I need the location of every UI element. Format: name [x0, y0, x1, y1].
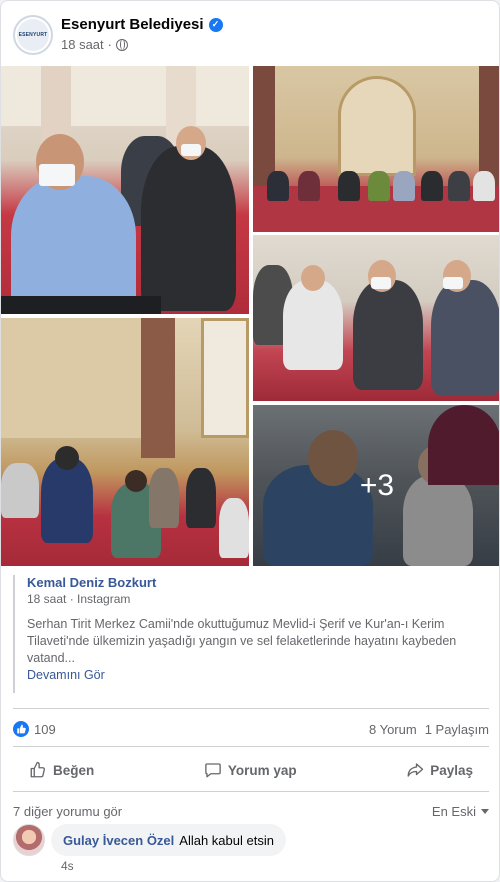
thumbs-up-icon [30, 761, 46, 778]
photo-2-person [267, 171, 289, 201]
like-reaction-icon [13, 721, 29, 737]
photo-3-window [201, 318, 249, 438]
photo-4-mask [371, 277, 391, 289]
photo-1-wall [1, 66, 249, 126]
like-count: 109 [34, 721, 56, 737]
photo-3-head [55, 446, 79, 470]
photo-1-person [141, 146, 236, 311]
meta-separator: · [107, 37, 112, 52]
photo-3-person [186, 468, 216, 528]
see-more-link[interactable]: Devamını Gör [27, 668, 489, 682]
comment-item: Gulay İvecen Özel Allah kabul etsin [13, 824, 286, 856]
photo-2-person [393, 171, 415, 201]
photo-2-person [448, 171, 470, 201]
post-photo-2[interactable] [253, 66, 499, 232]
action-bar: Beğen Yorum yap Paylaş [13, 751, 489, 789]
comments-bar: 7 diğer yorumu gör En Eski [13, 802, 489, 820]
divider [13, 708, 489, 709]
more-photos-overlay[interactable]: +3 [253, 405, 499, 566]
comment-bubble: Gulay İvecen Özel Allah kabul etsin [51, 824, 286, 856]
photo-4-person-suit [353, 280, 423, 390]
page-logo-text: ESENYURT [18, 32, 48, 38]
photo-1-mask [39, 164, 75, 186]
post-photo-4[interactable] [253, 235, 499, 401]
photo-3-person [149, 468, 179, 528]
photo-2-mihrab [338, 76, 416, 176]
like-button[interactable]: Beğen [13, 753, 110, 787]
reaction-bar: 109 8 Yorum 1 Paylaşım [13, 718, 489, 740]
comment-count[interactable]: 8 Yorum [369, 722, 417, 737]
post-time[interactable]: 18 saat [61, 37, 104, 52]
photo-4-head [301, 265, 325, 291]
divider [13, 746, 489, 747]
page-avatar[interactable]: ESENYURT [13, 15, 53, 55]
photo-3-person [219, 498, 249, 558]
post-photo-3[interactable] [1, 318, 249, 566]
globe-icon [116, 38, 128, 51]
comment-sort-label: En Eski [431, 803, 476, 819]
photo-2-person [473, 171, 495, 201]
photo-2-person [298, 171, 320, 201]
comment-text: Allah kabul etsin [179, 832, 274, 848]
share-count[interactable]: 1 Paylaşım [425, 722, 489, 737]
photo-3-wall [1, 318, 141, 438]
like-button-label: Beğen [53, 762, 95, 778]
view-more-comments-link[interactable]: 7 diğer yorumu gör [13, 804, 122, 819]
photo-4-person-suit [431, 280, 499, 395]
photo-4-mask [443, 277, 463, 289]
photo-3-pillar [141, 318, 175, 458]
post-card: ESENYURT Esenyurt Belediyesi ✓ 18 saat · [0, 0, 500, 882]
page-logo: ESENYURT [17, 19, 49, 51]
commenter-name[interactable]: Gulay İvecen Özel [63, 833, 174, 848]
share-button-label: Paylaş [430, 762, 473, 778]
photo-1-legs [1, 296, 161, 314]
shared-meta: 18 saat · Instagram [27, 592, 131, 606]
photo-1-mask [181, 144, 201, 156]
chevron-down-icon [481, 808, 489, 814]
verified-badge-icon: ✓ [208, 17, 223, 32]
page-name[interactable]: Esenyurt Belediyesi [61, 16, 204, 33]
divider [13, 791, 489, 792]
shared-text: Serhan Tirit Merkez Camii'nde okuttuğumu… [27, 617, 457, 665]
post-photo-5[interactable]: +3 [253, 405, 499, 566]
photo-2-person [338, 171, 360, 201]
shared-post: Kemal Deniz Bozkurt 18 saat · Instagram … [13, 575, 489, 693]
like-summary[interactable]: 109 [13, 721, 56, 737]
share-icon [407, 763, 424, 777]
photo-2-person [368, 171, 390, 201]
comment-time[interactable]: 4s [61, 859, 74, 873]
post-header: ESENYURT Esenyurt Belediyesi ✓ 18 saat · [13, 13, 489, 55]
comment-sort-dropdown[interactable]: En Eski [432, 804, 489, 819]
post-meta: 18 saat · [61, 37, 128, 52]
photo-4-person-white-shirt [283, 280, 343, 370]
page-name-row: Esenyurt Belediyesi ✓ [61, 16, 223, 33]
comment-button[interactable]: Yorum yap [188, 753, 313, 787]
photo-3-head [125, 470, 147, 492]
engagement-stats: 8 Yorum 1 Paylaşım [369, 722, 489, 737]
shared-author[interactable]: Kemal Deniz Bozkurt [27, 575, 489, 590]
share-button[interactable]: Paylaş [390, 753, 489, 787]
comment-icon [205, 763, 221, 778]
comment-button-label: Yorum yap [227, 762, 297, 778]
photo-2-person [421, 171, 443, 201]
photo-1-person-blue-shirt [11, 176, 136, 314]
more-photos-count: +3 [359, 468, 395, 502]
commenter-avatar[interactable] [13, 824, 45, 856]
photo-3-person [1, 463, 39, 518]
photo-3-zabita-officer [41, 458, 93, 543]
post-photo-1[interactable] [1, 66, 249, 314]
